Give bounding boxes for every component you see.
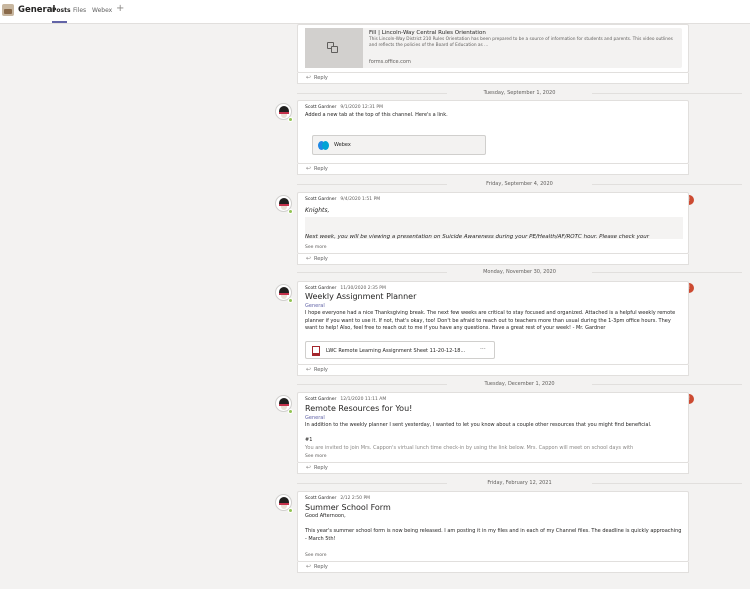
post-subject: Remote Resources for You! (305, 404, 413, 413)
file-attachment-name: LWC Remote Learning Assignment Sheet 11-… (326, 348, 466, 354)
pdf-file-icon (312, 346, 320, 356)
link-preview-card[interactable]: Fill | Lincoln-Way Central Rules Orienta… (305, 28, 682, 68)
webex-icon (318, 141, 329, 150)
post-author[interactable]: Scott Gardner (305, 105, 336, 110)
reply-button[interactable]: ↩ Reply (297, 562, 689, 573)
post-channel-tag[interactable]: General (305, 303, 325, 309)
date-separator: Monday, November 30, 2020 (297, 269, 742, 275)
reply-icon: ↩ (306, 165, 312, 172)
post-body-line: You are invited to join Mrs. Cappon's vi… (305, 445, 634, 451)
post-body-line: Knights, (305, 207, 330, 214)
more-options-icon[interactable]: ··· (480, 346, 486, 353)
webex-tab-label: Webex (334, 142, 351, 148)
post-body: Added a new tab at the top of this chann… (305, 112, 448, 118)
date-separator: Friday, September 4, 2020 (297, 181, 742, 187)
reply-button[interactable]: ↩ Reply (297, 254, 689, 265)
post-body-line: In addition to the weekly planner I sent… (305, 422, 652, 428)
see-more-link[interactable]: See more (305, 454, 326, 459)
team-avatar[interactable] (2, 4, 14, 16)
reply-button[interactable]: ↩ Reply (297, 365, 689, 376)
date-separator: Tuesday, December 1, 2020 (297, 381, 742, 387)
post-timestamp: 9/1/2020 12:31 PM (340, 105, 384, 110)
presence-available-icon (288, 409, 293, 414)
reply-icon: ↩ (306, 255, 312, 262)
post-card-rules-orientation: Fill | Lincoln-Way Central Rules Orienta… (297, 24, 689, 73)
post-body-line: Next week, you will be viewing a present… (305, 234, 649, 240)
webex-tab-card[interactable]: Webex (312, 135, 486, 155)
presence-available-icon (288, 298, 293, 303)
post-subject: Weekly Assignment Planner (305, 292, 417, 301)
post-card-weekly-planner: Scott Gardner 11/30/2020 2:35 PM Weekly A… (297, 281, 689, 365)
presence-available-icon (288, 117, 293, 122)
date-separator: Tuesday, September 1, 2020 (297, 90, 742, 96)
link-preview-title: Fill | Lincoln-Way Central Rules Orienta… (369, 30, 486, 36)
reply-button[interactable]: ↩ Reply (297, 73, 689, 84)
link-preview-url: forms.office.com (369, 59, 411, 65)
post-body: I hope everyone had a nice Thanksgiving … (305, 310, 676, 332)
post-card-webex-tab: Scott Gardner 9/1/2020 12:31 PM Added a n… (297, 100, 689, 164)
channel-title: General (18, 5, 56, 15)
post-author[interactable]: Scott Gardner (305, 397, 336, 402)
post-card-remote-resources: Scott Gardner 12/1/2020 11:11 AM Remote R… (297, 392, 689, 463)
post-body-line: This year's summer school form is now be… (305, 528, 682, 542)
see-more-link[interactable]: See more (305, 553, 326, 558)
date-separator: Friday, February 12, 2021 (297, 480, 742, 486)
reply-icon: ↩ (306, 563, 312, 570)
presence-available-icon (288, 209, 293, 214)
post-body-line: #1 (305, 437, 313, 443)
see-more-link[interactable]: See more (305, 245, 326, 250)
channel-header: General Posts Files Webex + (0, 0, 750, 24)
active-tab-indicator (52, 21, 67, 23)
reply-icon: ↩ (306, 464, 312, 471)
reply-icon: ↩ (306, 366, 312, 373)
post-timestamp: 11/30/2020 2:35 PM (340, 286, 386, 291)
post-card-suicide-awareness: Scott Gardner 9/4/2020 1:51 PM Knights, N… (297, 192, 689, 254)
reply-button[interactable]: ↩ Reply (297, 463, 689, 474)
add-tab-icon[interactable]: + (116, 3, 124, 14)
tab-webex[interactable]: Webex (92, 7, 112, 14)
post-author[interactable]: Scott Gardner (305, 496, 336, 501)
post-body-line: Good Afternoon, (305, 513, 346, 519)
reply-icon: ↩ (306, 74, 312, 81)
link-preview-description: This Lincoln-Way District 210 Rules Orie… (369, 37, 673, 48)
post-timestamp: 9/4/2020 1:51 PM (340, 197, 381, 202)
post-timestamp: 12/1/2020 11:11 AM (340, 397, 387, 402)
post-channel-tag[interactable]: General (305, 415, 325, 421)
presence-available-icon (288, 508, 293, 513)
reply-button[interactable]: ↩ Reply (297, 164, 689, 175)
tab-files[interactable]: Files (73, 7, 86, 14)
post-author[interactable]: Scott Gardner (305, 197, 336, 202)
post-subject: Summer School Form (305, 503, 391, 512)
post-card-summer-school: Scott Gardner 2/12 2:50 PM Summer School … (297, 491, 689, 562)
post-author[interactable]: Scott Gardner (305, 286, 336, 291)
forms-icon (305, 28, 363, 68)
file-attachment[interactable]: LWC Remote Learning Assignment Sheet 11-… (305, 341, 495, 359)
post-timestamp: 2/12 2:50 PM (340, 496, 371, 501)
tab-posts[interactable]: Posts (52, 7, 71, 14)
